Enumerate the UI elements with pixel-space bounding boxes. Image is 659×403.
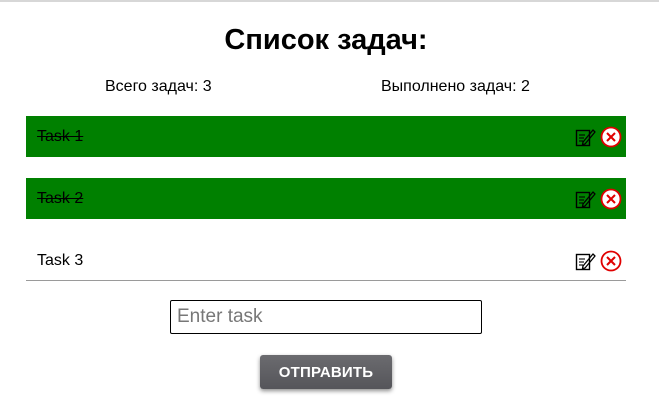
task-actions [574, 125, 622, 149]
task-list: Task 1 Task 2 Task 3 [26, 116, 626, 281]
delete-icon[interactable] [600, 250, 622, 272]
delete-icon[interactable] [600, 188, 622, 210]
edit-icon[interactable] [574, 126, 596, 148]
delete-icon[interactable] [600, 126, 622, 148]
task-actions [574, 249, 622, 273]
task-text[interactable]: Task 2 [37, 189, 83, 209]
task-item[interactable]: Task 1 [26, 116, 626, 157]
task-text[interactable]: Task 3 [37, 251, 83, 271]
task-item[interactable]: Task 3 [26, 240, 626, 281]
completed-tasks-count: Выполнено задач: 2 [381, 78, 530, 95]
task-actions [574, 187, 622, 211]
task-text[interactable]: Task 1 [37, 127, 83, 147]
edit-icon[interactable] [574, 188, 596, 210]
task-input[interactable] [170, 300, 482, 334]
task-item[interactable]: Task 2 [26, 178, 626, 219]
edit-icon[interactable] [574, 250, 596, 272]
top-divider [0, 0, 659, 2]
total-tasks-count: Всего задач: 3 [105, 78, 212, 95]
submit-button[interactable]: ОТПРАВИТЬ [260, 355, 392, 389]
page-title: Список задач: [224, 24, 428, 56]
